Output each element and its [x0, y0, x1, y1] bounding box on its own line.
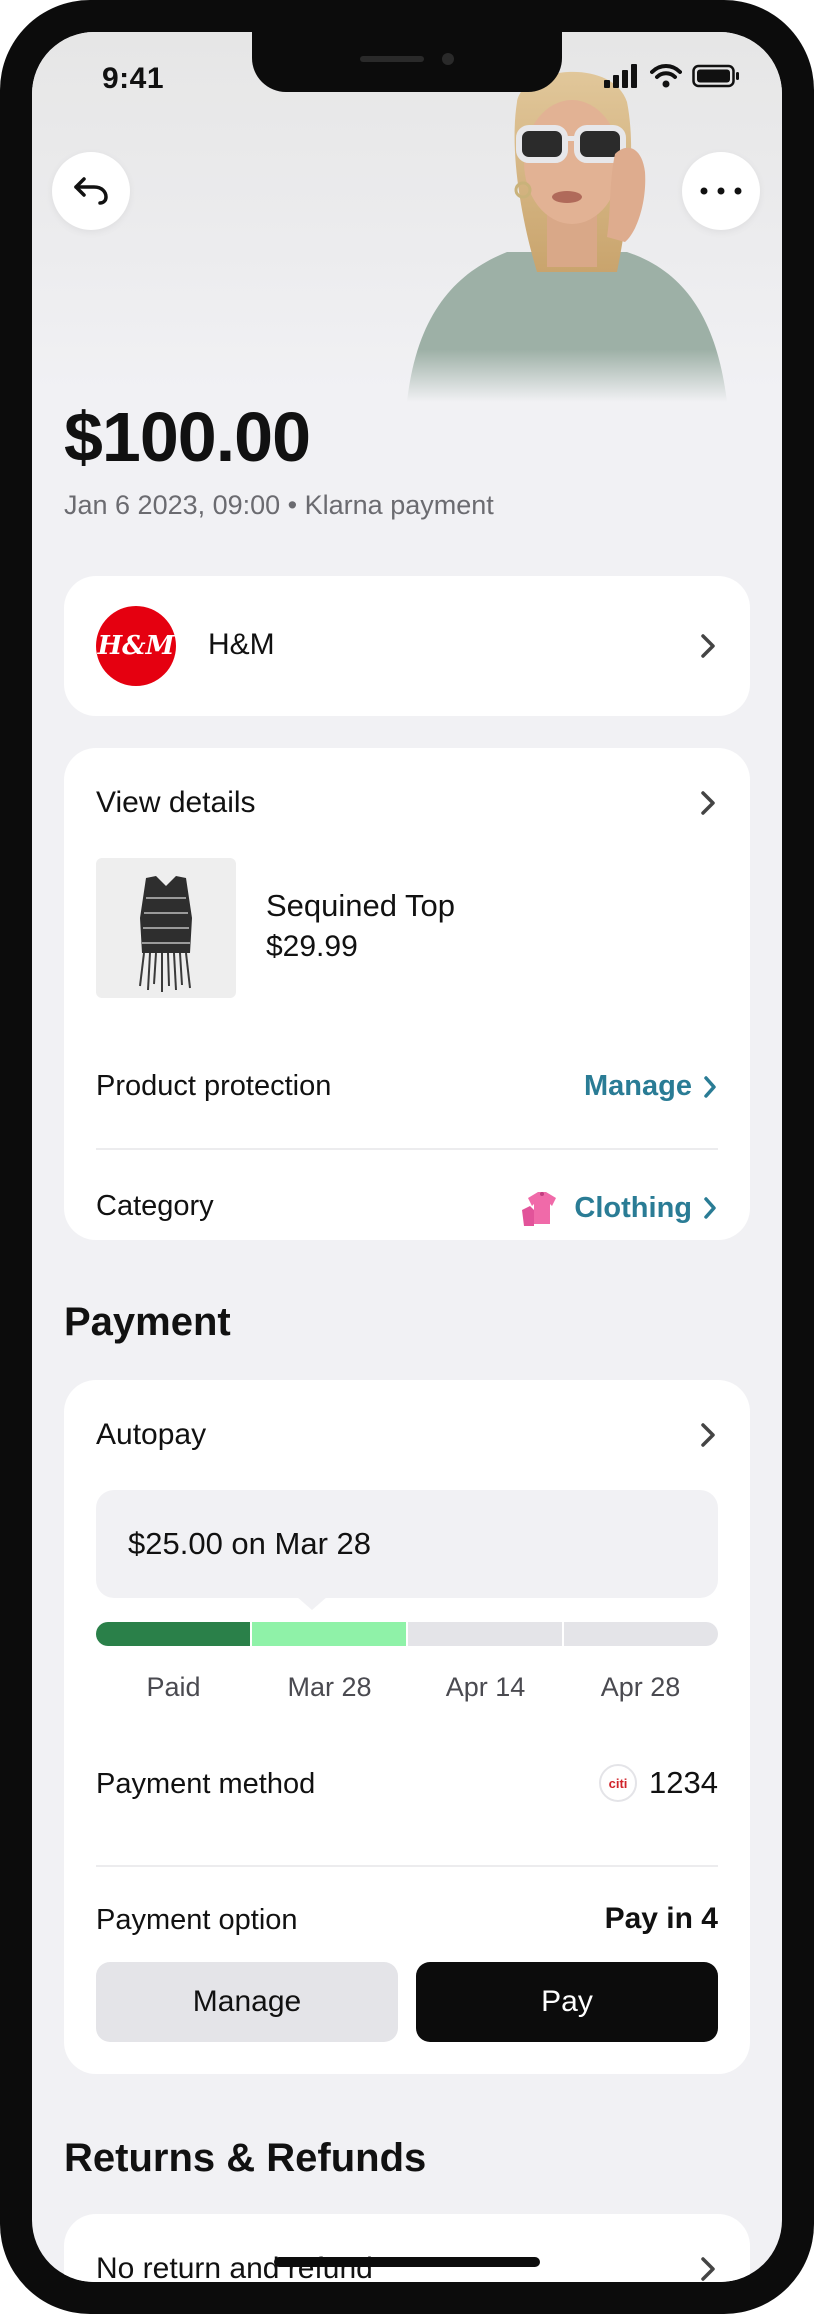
- status-time: 9:41: [102, 62, 165, 95]
- product-thumbnail: [96, 858, 236, 998]
- card-last4: 1234: [649, 1765, 718, 1800]
- camera: [442, 53, 454, 65]
- citi-card-icon: citi: [599, 1764, 638, 1802]
- merchant-card[interactable]: H&M H&M: [64, 576, 750, 716]
- pay-button[interactable]: Pay: [416, 1962, 718, 2042]
- product-protection-manage-link[interactable]: Manage: [584, 1070, 718, 1103]
- schedule-label-mar-28: Mar 28: [287, 1672, 372, 1702]
- payment-method-label: Payment method: [96, 1768, 316, 1800]
- returns-card[interactable]: No return and refund: [64, 2214, 750, 2282]
- manage-link-label: Manage: [584, 1070, 692, 1102]
- product-price: $29.99: [266, 930, 358, 963]
- citi-brand-text: citi: [608, 1775, 628, 1791]
- home-indicator[interactable]: [274, 2257, 540, 2267]
- merchant-logo: H&M: [96, 606, 176, 686]
- device-notch: [252, 32, 562, 92]
- schedule-segment-upcoming: [408, 1622, 562, 1646]
- category-link-label: Clothing: [574, 1191, 692, 1224]
- back-button[interactable]: [52, 152, 130, 230]
- speaker: [360, 56, 424, 62]
- schedule-label-apr-28: Apr 28: [600, 1672, 681, 1702]
- product-protection-label: Product protection: [96, 1070, 332, 1102]
- sequined-top-image: [139, 876, 192, 992]
- schedule-segment-upcoming: [564, 1622, 718, 1646]
- chevron-right-icon[interactable]: [698, 788, 718, 818]
- chevron-right-icon: [704, 1197, 716, 1219]
- divider: [96, 1865, 718, 1867]
- more-horizontal-icon: [700, 187, 742, 195]
- payment-option-label: Payment option: [96, 1904, 298, 1936]
- battery-icon: [692, 64, 739, 88]
- payment-section-title: Payment: [64, 1300, 231, 1344]
- back-arrow-icon: [74, 177, 108, 205]
- cellular-signal-icon: [604, 64, 637, 88]
- view-details-link[interactable]: View details: [96, 786, 256, 820]
- chevron-right-icon[interactable]: [698, 1420, 718, 1450]
- schedule-segment-next: [252, 1622, 406, 1646]
- product-name: Sequined Top: [266, 888, 456, 923]
- manage-button[interactable]: Manage: [96, 1962, 398, 2042]
- schedule-segment-paid: [96, 1622, 250, 1646]
- category-label: Category: [96, 1190, 214, 1222]
- chevron-right-icon: [701, 634, 715, 658]
- merchant-name: H&M: [208, 628, 275, 661]
- more-options-button[interactable]: [682, 152, 760, 230]
- details-card: View details Sequined Top $29.99 Product…: [64, 748, 750, 1240]
- autopay-link[interactable]: Autopay: [96, 1418, 206, 1452]
- chevron-right-icon: [704, 1075, 716, 1098]
- payment-card: Autopay $25.00 on Mar 28 Paid Mar 28 Apr…: [64, 1380, 750, 2074]
- divider: [96, 1148, 718, 1150]
- schedule-label-paid: Paid: [146, 1672, 201, 1702]
- screen: 9:41 $100.00 Jan 6 2023, 09:00 • Klarna …: [32, 32, 782, 2282]
- next-payment-text: $25.00 on Mar 28: [128, 1526, 372, 1561]
- payment-option-value: Pay in 4: [604, 1902, 718, 1935]
- schedule-label-apr-14: Apr 14: [445, 1672, 526, 1702]
- chevron-right-icon: [701, 2257, 715, 2281]
- next-payment-pointer: [296, 1596, 328, 1610]
- category-link[interactable]: Clothing: [520, 1188, 718, 1228]
- payment-schedule-progress: [96, 1622, 718, 1646]
- phone-frame: 9:41 $100.00 Jan 6 2023, 09:00 • Klarna …: [0, 0, 814, 2314]
- merchant-banner-image: [407, 71, 727, 402]
- payment-method-value[interactable]: citi 1234: [599, 1764, 718, 1802]
- status-icons: [604, 64, 740, 88]
- returns-section-title: Returns & Refunds: [64, 2136, 427, 2180]
- next-payment-box: $25.00 on Mar 28: [96, 1490, 718, 1598]
- transaction-amount: $100.00: [64, 398, 311, 476]
- wifi-icon: [650, 64, 682, 88]
- clothing-icon: [522, 1192, 557, 1226]
- transaction-subline: Jan 6 2023, 09:00 • Klarna payment: [64, 490, 494, 520]
